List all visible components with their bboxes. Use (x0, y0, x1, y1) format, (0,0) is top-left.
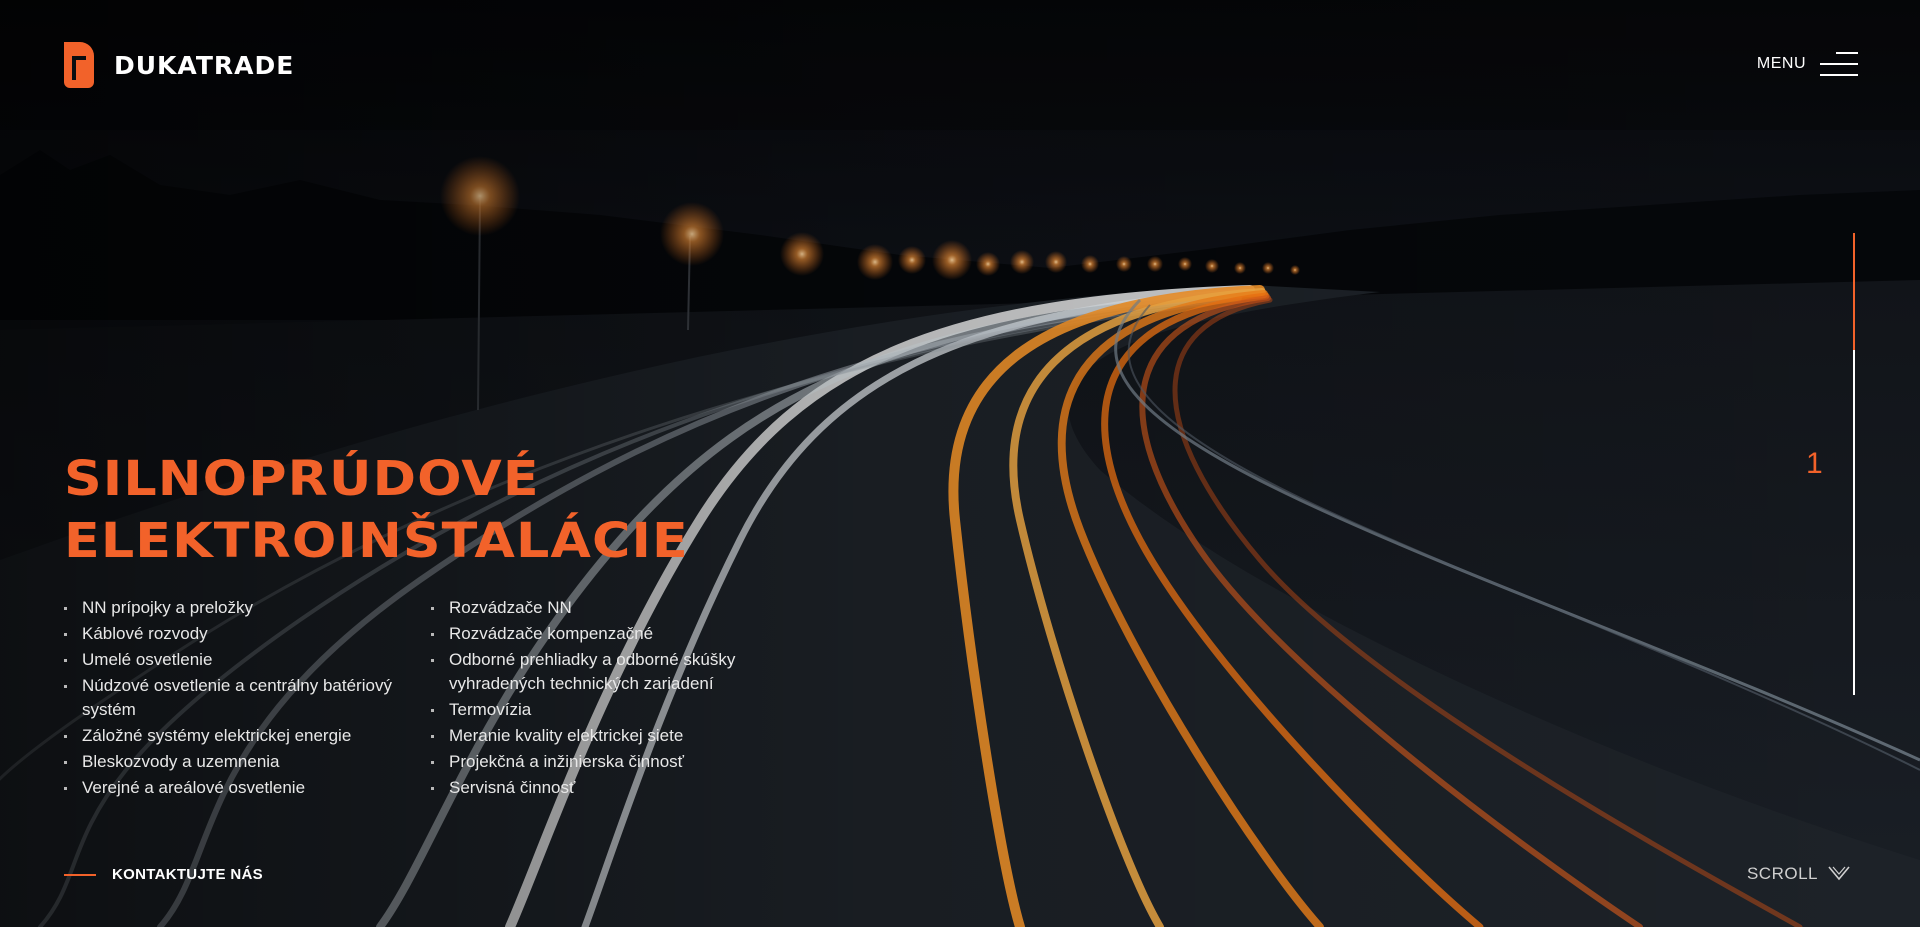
scroll-down-button[interactable]: SCROLL (1747, 864, 1850, 884)
list-item: Núdzové osvetlenie a centrálny batériový… (64, 674, 394, 722)
list-item: Meranie kvality elektrickej siete (431, 724, 791, 748)
services-list-col1: NN prípojky a preložky Káblové rozvody U… (64, 596, 394, 802)
contact-us-label: KONTAKTUJTE NÁS (112, 866, 263, 883)
list-item: Odborné prehliadky a odborné skúšky vyhr… (431, 648, 791, 696)
menu-label: MENU (1756, 55, 1806, 72)
menu-button[interactable]: MENU (1757, 50, 1858, 78)
slide-number: 1 (1806, 447, 1823, 480)
list-item: Projekčná a inžinierska činnosť (431, 750, 791, 774)
contact-accent-line (64, 873, 96, 876)
list-item: Termovízia (431, 698, 791, 722)
hero-title-line1: SILNOPRÚDOVÉ (64, 451, 540, 507)
list-item: Bleskozvody a uzemnenia (64, 750, 394, 774)
slide-progress-track (1853, 233, 1855, 695)
brand-logo[interactable]: DUKATRADE (64, 42, 294, 88)
list-item: Káblové rozvody (64, 622, 394, 646)
chevron-down-icon (1828, 866, 1850, 881)
list-item: Verejné a areálové osvetlenie (64, 776, 394, 800)
brand-name: DUKATRADE (114, 50, 295, 80)
services-list-col2: Rozvádzače NN Rozvádzače kompenzačné Odb… (431, 596, 791, 802)
list-item: Rozvádzače NN (431, 596, 791, 620)
list-item: Servisná činnosť (431, 776, 791, 800)
list-item: Rozvádzače kompenzačné (431, 622, 791, 646)
dukatrade-logo-icon (64, 42, 94, 88)
hero-title-line2: ELEKTROINŠTALÁCIE (64, 513, 689, 569)
slide-progress-fill (1853, 233, 1855, 350)
scroll-label: SCROLL (1746, 864, 1818, 883)
hamburger-icon (1820, 50, 1858, 78)
list-item: Umelé osvetlenie (64, 648, 394, 672)
list-item: Záložné systémy elektrickej energie (64, 724, 394, 748)
contact-us-link[interactable]: KONTAKTUJTE NÁS (64, 866, 263, 883)
list-item: NN prípojky a preložky (64, 596, 394, 620)
hero-title: SILNOPRÚDOVÉ ELEKTROINŠTALÁCIE (64, 448, 689, 572)
